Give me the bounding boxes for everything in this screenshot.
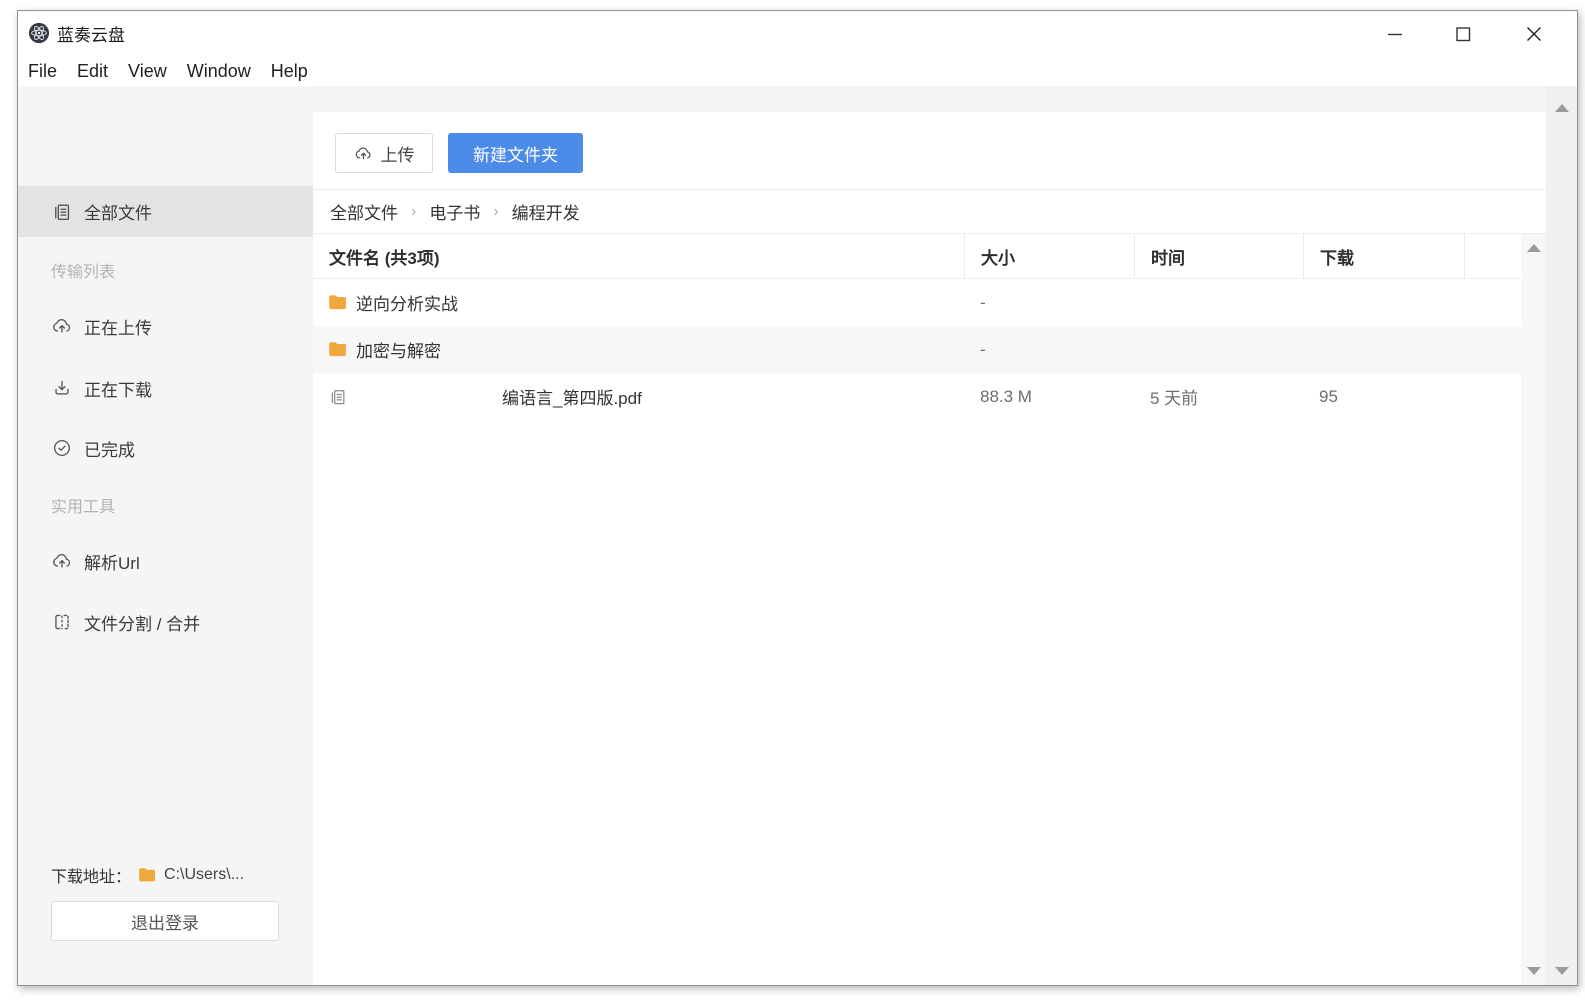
file-size-cell: - [964,279,1134,326]
sidebar-section-transfer: 传输列表 [51,258,115,280]
app-title: 蓝奏云盘 [57,11,125,56]
scroll-up-icon[interactable] [1527,244,1541,252]
file-name-cell[interactable]: 编语言_第四版.pdf [313,373,964,420]
table-header-row: 文件名 (共3项) 大小 时间 下载 [313,234,1521,279]
sidebar-item-label: 解析Url [84,549,140,574]
scroll-down-icon[interactable] [1527,967,1541,975]
logout-button[interactable]: 退出登录 [51,901,279,941]
breadcrumb: 全部文件 › 电子书 › 编程开发 [313,190,1546,234]
menu-view[interactable]: View [118,61,177,82]
file-icon [328,387,348,407]
menu-edit[interactable]: Edit [67,61,118,82]
breadcrumb-item-ebooks[interactable]: 电子书 [429,199,480,224]
sidebar-item-downloading[interactable]: 正在下载 [18,364,313,412]
app-window: 蓝奏云盘 File Edit View Window Help [17,10,1578,986]
table-row[interactable]: 加密与解密 - [313,326,1521,373]
sidebar: 全部文件 传输列表 正在上传 [18,86,313,985]
cloud-upload-icon [51,550,73,572]
sidebar-item-label: 正在下载 [84,376,152,401]
scroll-down-icon[interactable] [1555,967,1569,975]
column-header-name: 文件名 (共3项) [313,234,964,278]
file-time-cell: 5 天前 [1134,373,1303,420]
sidebar-section-tools: 实用工具 [51,493,115,515]
file-time-cell [1134,326,1303,373]
column-header-filler [1464,234,1521,278]
close-icon [1520,20,1548,48]
minimize-icon [1381,20,1409,48]
download-path-label: 下载地址： [51,863,131,887]
file-name[interactable]: 逆向分析实战 [356,290,458,315]
file-name-cell[interactable]: 加密与解密 [313,326,964,373]
folder-icon [328,294,348,312]
electron-logo-icon [28,22,50,44]
redacted-filename-region [356,392,494,402]
breadcrumb-chevron-icon: › [493,203,498,221]
folder-icon [138,867,157,883]
sidebar-item-label: 文件分割 / 合并 [84,610,200,635]
row-filler [1464,373,1521,420]
table-row[interactable]: 编语言_第四版.pdf 88.3 M 5 天前 95 [313,373,1521,420]
maximize-button[interactable] [1449,20,1477,48]
upload-button-label: 上传 [381,141,415,166]
breadcrumb-item-root[interactable]: 全部文件 [330,199,398,224]
minimize-button[interactable] [1381,20,1409,48]
file-name[interactable]: 编语言_第四版.pdf [502,384,642,409]
sidebar-item-completed[interactable]: 已完成 [18,424,313,472]
sidebar-item-uploading[interactable]: 正在上传 [18,302,313,350]
download-path-value[interactable]: C:\Users\... [164,866,244,884]
file-downloads-cell [1303,279,1464,326]
file-size-cell: 88.3 M [964,373,1134,420]
titlebar: 蓝奏云盘 [18,11,1577,56]
menu-file[interactable]: File [18,61,67,82]
file-list-area: 文件名 (共3项) 大小 时间 下载 逆向分析实战 - [313,234,1546,985]
column-header-size: 大小 [964,234,1134,278]
table-scrollbar[interactable] [1521,234,1546,985]
sidebar-item-parse-url[interactable]: 解析Url [18,537,313,585]
cloud-upload-icon [354,144,373,163]
upload-button[interactable]: 上传 [335,133,433,173]
maximize-icon [1449,20,1477,48]
sidebar-item-label: 全部文件 [84,199,152,224]
file-size-cell: - [964,326,1134,373]
check-circle-icon [51,437,73,459]
file-table: 文件名 (共3项) 大小 时间 下载 逆向分析实战 - [313,234,1521,985]
scroll-up-icon[interactable] [1555,104,1569,112]
file-name[interactable]: 加密与解密 [356,337,441,362]
menu-help[interactable]: Help [261,61,318,82]
breadcrumb-chevron-icon: › [411,203,416,221]
file-time-cell [1134,279,1303,326]
page-scrollbar[interactable] [1546,86,1577,985]
download-path-row[interactable]: 下载地址： C:\Users\... [51,864,244,886]
download-icon [51,377,73,399]
sidebar-item-label: 已完成 [84,436,135,461]
menu-window[interactable]: Window [177,61,261,82]
close-button[interactable] [1520,20,1548,48]
row-filler [1464,279,1521,326]
breadcrumb-item-current[interactable]: 编程开发 [512,199,580,224]
folder-icon [328,341,348,359]
table-row[interactable]: 逆向分析实战 - [313,279,1521,326]
menu-bar: File Edit View Window Help [18,56,1577,86]
main-panel: 上传 新建文件夹 全部文件 › 电子书 › 编程开发 文件名 (共3项) 大小 … [313,86,1546,985]
file-name-cell[interactable]: 逆向分析实战 [313,279,964,326]
sidebar-item-label: 正在上传 [84,314,152,339]
sidebar-item-split-merge[interactable]: 文件分割 / 合并 [18,598,313,646]
documents-icon [51,201,73,223]
file-downloads-cell: 95 [1303,373,1464,420]
row-filler [1464,326,1521,373]
cloud-upload-icon [51,315,73,337]
app-body: 全部文件 传输列表 正在上传 [18,86,1577,985]
file-downloads-cell [1303,326,1464,373]
split-merge-icon [51,611,73,633]
toolbar: 上传 新建文件夹 [313,86,1546,190]
sidebar-item-all-files[interactable]: 全部文件 [18,186,313,237]
new-folder-button[interactable]: 新建文件夹 [448,133,583,173]
column-header-time: 时间 [1134,234,1303,278]
page-top-strip [313,86,1546,112]
column-header-downloads: 下载 [1303,234,1464,278]
